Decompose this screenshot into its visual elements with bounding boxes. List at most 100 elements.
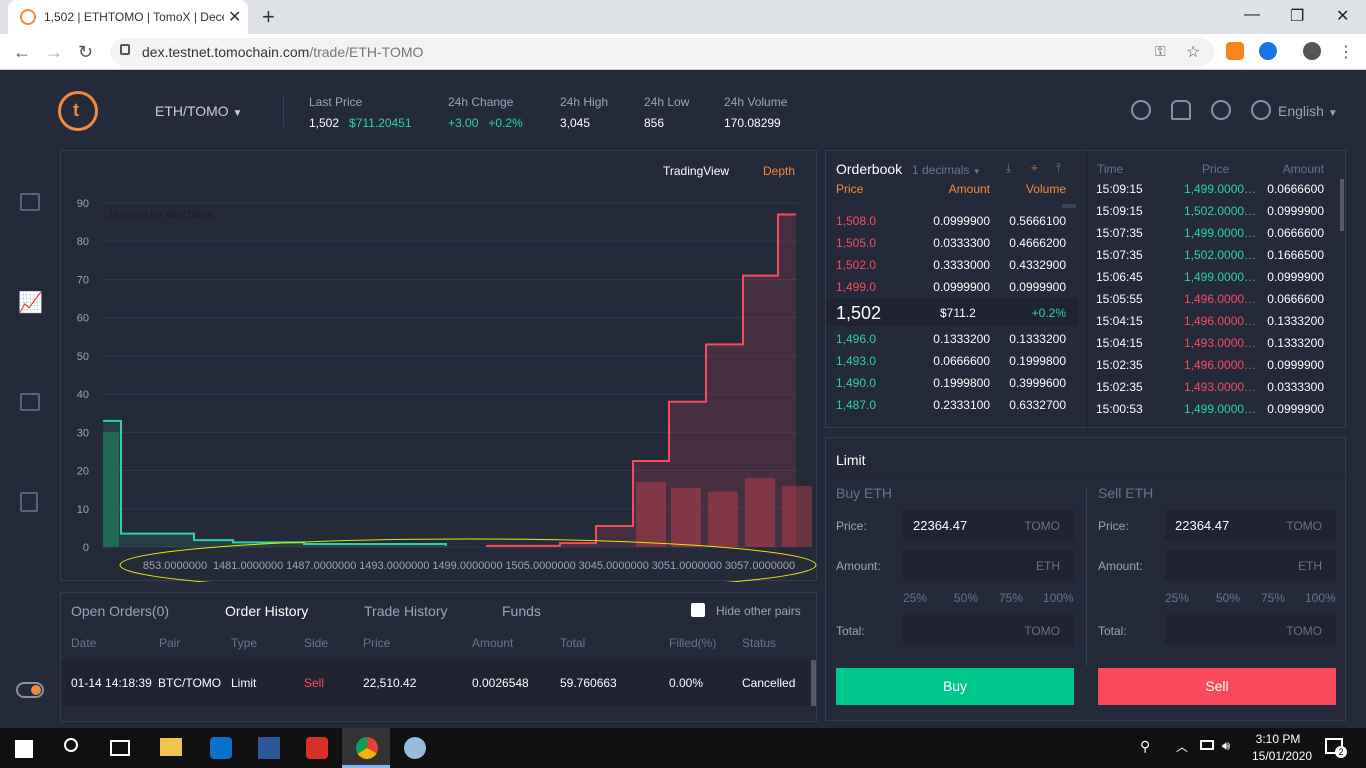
tab-trade-history[interactable]: Trade History bbox=[364, 603, 448, 619]
ask-row[interactable]: 1,502.0 0.3333000 0.4332900 bbox=[826, 255, 1076, 275]
y-tick-label: 0 bbox=[83, 542, 89, 554]
ask-price: 1,499.0 bbox=[836, 280, 877, 294]
buy-percent-50[interactable]: 50% bbox=[954, 591, 978, 605]
battery-icon[interactable] bbox=[1200, 740, 1214, 750]
sell-percent-50[interactable]: 50% bbox=[1216, 591, 1240, 605]
show-both-icon[interactable]: ÷ bbox=[1031, 161, 1038, 175]
bid-row[interactable]: 1,487.0 0.2333100 0.6332700 bbox=[826, 395, 1076, 415]
scrollbar[interactable] bbox=[1340, 179, 1344, 231]
word-icon[interactable] bbox=[258, 737, 280, 759]
new-tab-icon[interactable]: + bbox=[262, 4, 275, 30]
bid-price: 1,490.0 bbox=[836, 376, 877, 390]
table-row[interactable]: 01-14 14:18:39 BTC/TOMO Limit Sell 22,510.42… bbox=[61, 660, 811, 706]
scrollbar[interactable] bbox=[811, 660, 816, 706]
sell-total-input[interactable]: TOMO bbox=[1165, 615, 1336, 645]
search-icon[interactable] bbox=[64, 738, 78, 752]
pair-selector[interactable]: ETH/TOMO ▼ bbox=[155, 103, 242, 119]
stat-label: 24h Volume bbox=[724, 95, 788, 109]
bid-row[interactable]: 1,493.0 0.0666600 0.1999800 bbox=[826, 351, 1076, 371]
bid-row[interactable]: 1,496.0 0.1333200 0.1333200 bbox=[826, 329, 1076, 349]
task-view-icon[interactable] bbox=[110, 740, 130, 756]
bookmark-star-icon[interactable]: ☆ bbox=[1186, 42, 1200, 62]
extension-icon[interactable] bbox=[1259, 42, 1277, 60]
buy-percent-100[interactable]: 100% bbox=[1043, 591, 1074, 605]
forward-icon[interactable]: → bbox=[45, 42, 63, 63]
buy-price-input[interactable]: 22364.47 TOMO bbox=[903, 510, 1074, 540]
support-icon[interactable] bbox=[1131, 100, 1151, 120]
people-icon[interactable]: ⚲ bbox=[1140, 738, 1150, 755]
trade-time: 15:02:35 bbox=[1096, 380, 1143, 394]
buy-percent-25[interactable]: 25% bbox=[903, 591, 927, 605]
close-window-icon[interactable]: ✕ bbox=[1336, 6, 1349, 26]
buy-total-input[interactable]: TOMO bbox=[903, 615, 1074, 645]
order-total: 59.760663 bbox=[560, 676, 617, 690]
profile-icon[interactable] bbox=[1303, 42, 1321, 60]
back-icon[interactable]: ← bbox=[13, 42, 31, 63]
clock[interactable]: 3:10 PM 15/01/2020 bbox=[1252, 732, 1312, 763]
sell-price-label: Price: bbox=[1098, 519, 1129, 533]
sell-amount-input[interactable]: ETH bbox=[1165, 550, 1336, 580]
user-icon[interactable] bbox=[1211, 100, 1231, 120]
nav-wallet-icon[interactable] bbox=[20, 393, 40, 411]
close-tab-icon[interactable]: ✕ bbox=[228, 7, 241, 27]
action-center-icon[interactable]: 2 bbox=[1325, 738, 1347, 758]
reload-icon[interactable]: ↻ bbox=[78, 42, 93, 63]
volume-icon[interactable]: 🔊︎ bbox=[1222, 738, 1230, 754]
menu-icon[interactable]: ⋮ bbox=[1338, 42, 1354, 62]
trade-price: 1,499.0000… bbox=[1184, 270, 1257, 284]
globe-icon[interactable] bbox=[1251, 100, 1271, 120]
browser-tab[interactable]: 1,502 | ETHTOMO | TomoX | Dece ✕ bbox=[8, 0, 248, 34]
notification-bell-icon[interactable] bbox=[1171, 100, 1191, 120]
theme-toggle[interactable] bbox=[16, 682, 44, 698]
buy-button[interactable]: Buy bbox=[836, 668, 1074, 705]
ask-amount: 0.0333300 bbox=[933, 236, 990, 250]
ask-row[interactable]: 1,505.0 0.0333300 0.4666200 bbox=[826, 233, 1076, 253]
decimals-label: 1 decimals bbox=[912, 163, 970, 177]
tab-open-orders[interactable]: Open Orders(0) bbox=[71, 603, 169, 619]
chevron-down-icon: ▼ bbox=[972, 167, 981, 176]
chrome-taskbar-button[interactable] bbox=[342, 728, 390, 768]
show-hidden-icon[interactable]: ︿ bbox=[1176, 738, 1188, 755]
tomox-logo[interactable]: t bbox=[58, 91, 98, 131]
windows-start-icon[interactable] bbox=[15, 740, 33, 758]
sketchup-icon[interactable] bbox=[306, 737, 328, 759]
show-asks-icon[interactable]: ⤒ bbox=[1056, 161, 1061, 176]
ob-col-price: Price bbox=[836, 182, 864, 196]
edge-icon[interactable] bbox=[210, 737, 232, 759]
bid-row[interactable]: 1,490.0 0.1999800 0.3999600 bbox=[826, 373, 1076, 393]
column-header: Date bbox=[71, 636, 97, 650]
restore-icon[interactable]: ❐ bbox=[1290, 6, 1304, 26]
metamask-icon[interactable] bbox=[1226, 42, 1244, 60]
url-field[interactable]: dex.testnet.tomochain.com/trade/ETH-TOMO… bbox=[110, 38, 1214, 66]
buy-percent-75[interactable]: 75% bbox=[999, 591, 1023, 605]
tab-funds[interactable]: Funds bbox=[502, 603, 541, 619]
bid-step-line bbox=[103, 419, 447, 546]
sell-percent-25[interactable]: 25% bbox=[1165, 591, 1189, 605]
buy-amount-input[interactable]: ETH bbox=[903, 550, 1074, 580]
ask-row[interactable]: 1,499.0 0.0999900 0.0999900 bbox=[826, 277, 1076, 297]
minimize-icon[interactable]: — bbox=[1244, 6, 1260, 24]
trade-row: 15:07:35 1,502.0000… 0.1666500 bbox=[1088, 248, 1338, 268]
hide-pairs-checkbox[interactable] bbox=[691, 603, 705, 617]
sell-percent-100[interactable]: 100% bbox=[1305, 591, 1336, 605]
language-selector[interactable]: English ▼ bbox=[1278, 103, 1338, 119]
decimals-selector[interactable]: 1 decimals ▼ bbox=[912, 163, 981, 177]
trade-price: 1,502.0000… bbox=[1184, 248, 1257, 262]
trade-amount: 0.0666600 bbox=[1267, 182, 1324, 196]
sell-percent-75[interactable]: 75% bbox=[1261, 591, 1285, 605]
ask-row[interactable]: 1,508.0 0.0999900 0.5666100 bbox=[826, 211, 1076, 231]
key-icon[interactable]: ⚿ bbox=[1155, 43, 1166, 60]
sell-price-input[interactable]: 22364.47 TOMO bbox=[1165, 510, 1336, 540]
trade-amount: 0.0999900 bbox=[1267, 270, 1324, 284]
file-explorer-icon[interactable] bbox=[160, 738, 182, 756]
x-tick-label: 3045.0000000 bbox=[579, 560, 649, 572]
nav-dashboard-icon[interactable] bbox=[20, 193, 40, 211]
nav-trade-icon[interactable]: 📈 bbox=[18, 290, 43, 315]
tab-order-history[interactable]: Order History bbox=[225, 603, 308, 619]
paint-icon[interactable] bbox=[404, 737, 426, 759]
limit-panel: Limit Buy ETH Price: 22364.47 TOMO Amount: ET… bbox=[825, 437, 1347, 721]
sell-button[interactable]: Sell bbox=[1098, 668, 1336, 705]
show-bids-icon[interactable]: ⤓ bbox=[1006, 161, 1011, 176]
y-tick-label: 70 bbox=[77, 274, 89, 286]
nav-orders-icon[interactable] bbox=[20, 492, 38, 512]
